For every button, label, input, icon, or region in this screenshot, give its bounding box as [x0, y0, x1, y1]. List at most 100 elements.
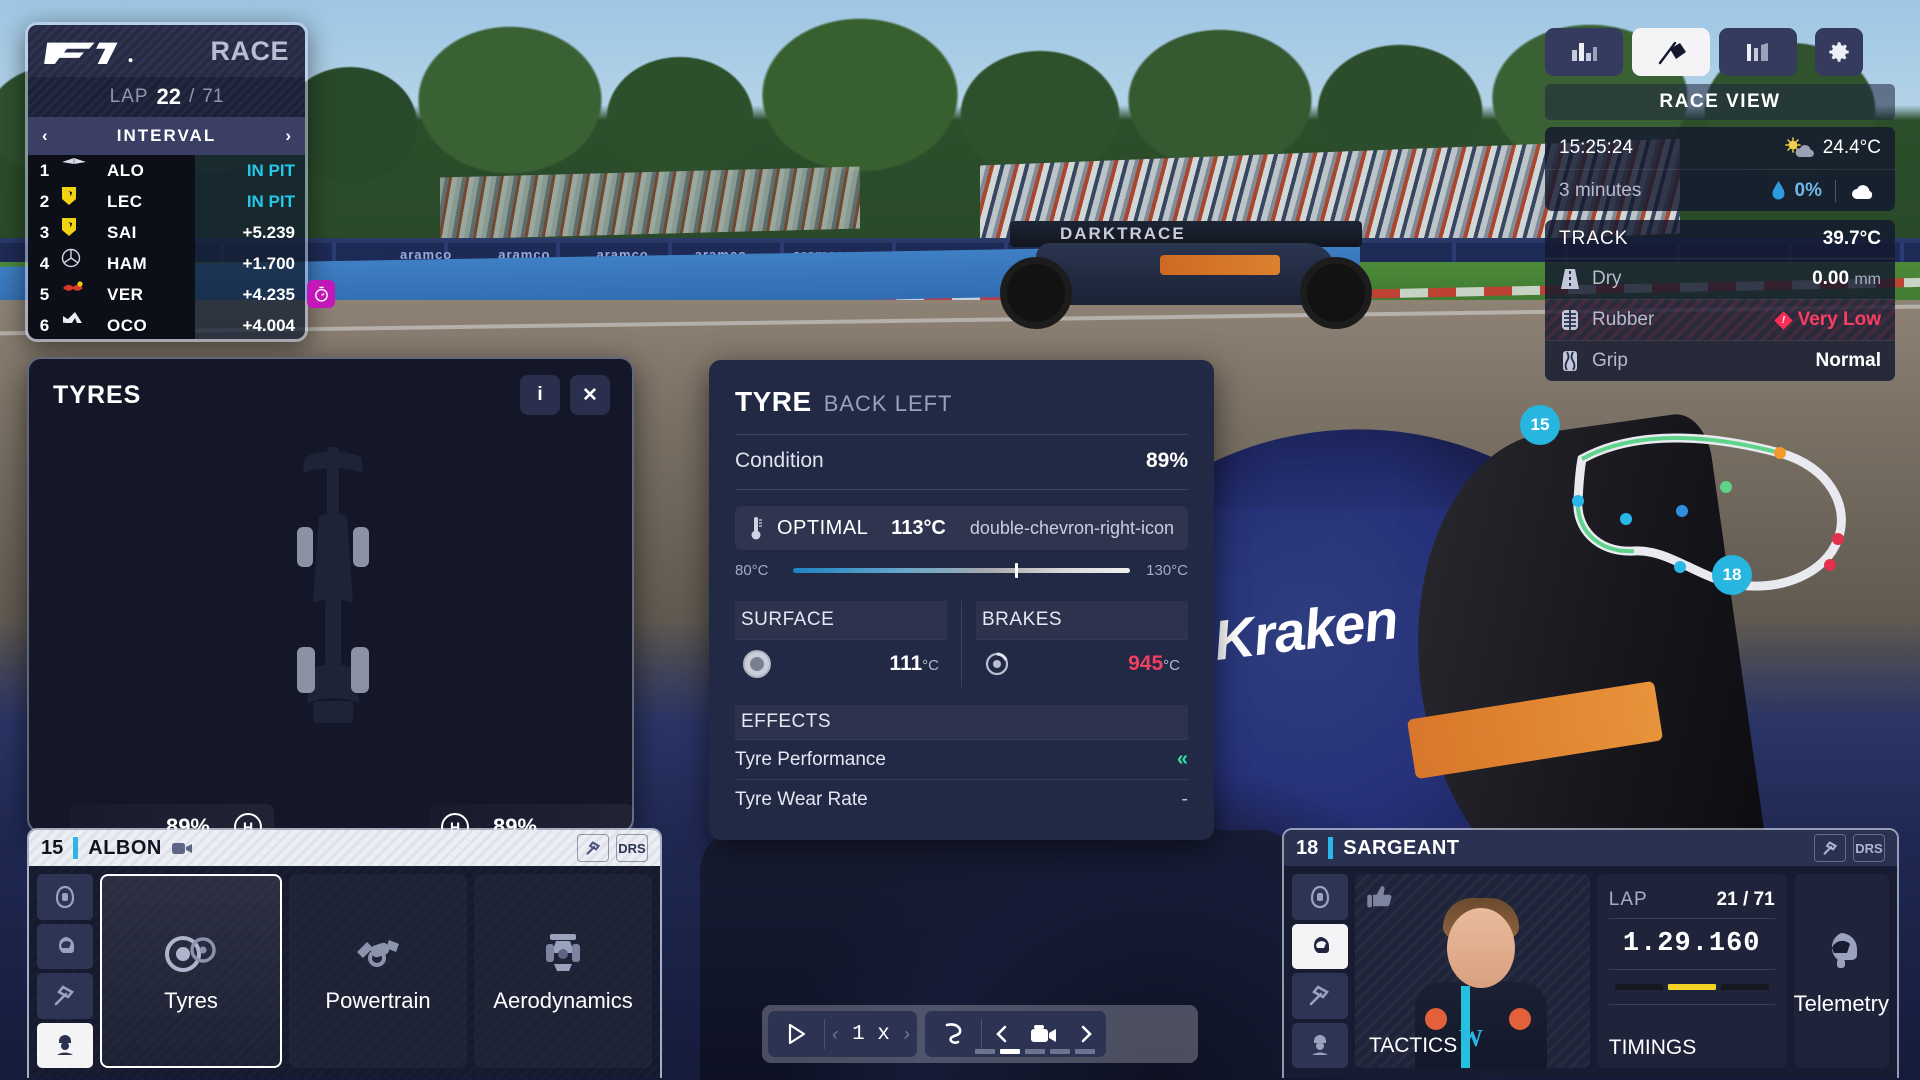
info-button[interactable]: i	[520, 375, 560, 415]
double-chevron-right-icon[interactable]: double-chevron-right-icon	[960, 518, 1174, 539]
f1-logo-icon	[44, 42, 133, 64]
camera-indicator-dots	[975, 1049, 1095, 1054]
sargeant-side-buttons	[1292, 874, 1348, 1068]
car-accent-stripe	[1160, 255, 1280, 275]
tactics-card[interactable]: W TACTICS	[1354, 874, 1590, 1068]
telemetry-card[interactable]: Telemetry	[1793, 874, 1889, 1068]
car-number: 18	[1296, 836, 1319, 859]
table-row[interactable]: 1 ALO IN PIT	[28, 155, 305, 186]
pit-hammer-icon[interactable]	[1814, 834, 1846, 862]
effect-name: Tyre Wear Rate	[735, 788, 868, 810]
session-clock: 15:25:24	[1559, 137, 1633, 158]
sidebar-item-strategy[interactable]	[1292, 973, 1348, 1019]
position: 5	[28, 279, 61, 310]
chevron-left-icon	[996, 1025, 1007, 1043]
camera-icon	[1031, 1025, 1056, 1042]
temp-gradient-bar	[793, 563, 1130, 578]
sidebar-item-car[interactable]	[1292, 874, 1348, 920]
effect-row: Tyre Wear Rate -	[735, 779, 1188, 819]
gear-icon	[1829, 42, 1849, 62]
road-icon	[1561, 269, 1579, 289]
divider	[735, 489, 1188, 490]
chevron-right-icon[interactable]: ›	[904, 1024, 910, 1045]
table-row[interactable]: 2 LEC IN PIT	[28, 186, 305, 217]
grandstand-secondary	[440, 166, 860, 240]
lap-time: 1.29.160	[1622, 929, 1761, 959]
surface-temp-value: 111°C	[889, 651, 939, 675]
albon-body: Tyres Powertrain Aerodynamics	[29, 866, 660, 1078]
tab-race-view[interactable]	[1632, 28, 1710, 76]
tyre-detail-subtitle: BACK LEFT	[823, 391, 953, 416]
tyre-condition-readout: Condition 89%	[735, 449, 1188, 473]
telemetry-label: Telemetry	[1793, 991, 1889, 1016]
driver-code: ALO	[101, 155, 195, 186]
engineer-icon	[1311, 1035, 1328, 1056]
table-row[interactable]: 3 SAI +5.239	[28, 217, 305, 248]
sector-1	[1614, 984, 1663, 990]
close-button[interactable]: ✕	[570, 375, 610, 415]
camera-icon[interactable]	[171, 840, 193, 856]
hammer-icon	[1309, 985, 1329, 1006]
tab-tyres[interactable]: Tyres	[100, 874, 282, 1068]
pit-stopwatch-icon[interactable]	[307, 280, 335, 308]
driver-code: OCO	[101, 310, 195, 339]
effects-section: EFFECTS Tyre Performance « Tyre Wear Rat…	[735, 705, 1188, 819]
track-map-icon	[945, 1023, 962, 1044]
pit-hammer-icon[interactable]	[577, 834, 609, 862]
raindrop-icon	[1772, 181, 1785, 200]
sargeant-body: W TACTICS LAP 21 / 71 1.29.160 TIMINGS T…	[1284, 866, 1897, 1078]
tyre-detail-panel: TYRE BACK LEFT Condition 89% OPTIMAL 113…	[709, 360, 1214, 840]
tab-powertrain-label: Powertrain	[325, 988, 431, 1013]
lap-separator: /	[188, 86, 195, 107]
tyre-status-row[interactable]: OPTIMAL 113°C double-chevron-right-icon	[735, 506, 1188, 550]
leaderboard-mode-label: INTERVAL	[116, 126, 217, 145]
chevron-left-icon[interactable]: ‹	[832, 1024, 838, 1045]
sidebar-item-driver[interactable]	[1292, 923, 1348, 969]
thumbs-up-icon	[1367, 886, 1392, 908]
track-minimap[interactable]: 15 18	[1520, 405, 1890, 635]
leaderboard-title: RACE	[210, 35, 289, 66]
brake-disc-icon	[985, 652, 1009, 675]
sidebar-item-engineer[interactable]	[37, 1022, 93, 1068]
divider	[961, 601, 962, 687]
sidebar-item-car[interactable]	[37, 874, 93, 920]
camera-dot	[1050, 1049, 1070, 1054]
hammer-glyph	[586, 840, 600, 855]
camera-dot	[975, 1049, 995, 1054]
tyres-panel-title: TYRES	[53, 381, 142, 409]
camera-dot	[1025, 1049, 1045, 1054]
track-map-button[interactable]	[925, 1011, 981, 1057]
sun-cloud-icon	[1784, 137, 1814, 158]
play-icon	[788, 1023, 806, 1045]
table-row[interactable]: 6 OCO +4.004	[28, 310, 305, 339]
sidebar-item-driver[interactable]	[37, 923, 93, 969]
tab-aerodynamics-label: Aerodynamics	[493, 988, 633, 1013]
sector-2	[1667, 984, 1716, 990]
car-tyre-left	[1000, 257, 1072, 329]
sidebar-item-engineer[interactable]	[1292, 1022, 1348, 1068]
track-row-grip: Grip Normal	[1545, 340, 1895, 381]
timings-card[interactable]: LAP 21 / 71 1.29.160 TIMINGS	[1596, 874, 1787, 1068]
leaderboard-mode-selector[interactable]: ‹ INTERVAL ›	[28, 117, 305, 155]
sargeant-header: 18 SARGEANT DRS	[1284, 830, 1897, 866]
tab-aerodynamics[interactable]: Aerodynamics	[474, 874, 652, 1068]
settings-button[interactable]	[1815, 28, 1863, 76]
gap-value: IN PIT	[195, 186, 305, 217]
table-row[interactable]: 5 VER +4.235	[28, 279, 305, 310]
chevron-right-icon[interactable]: ›	[285, 126, 291, 146]
sidebar-item-strategy[interactable]	[37, 973, 93, 1019]
tab-powertrain[interactable]: Powertrain	[289, 874, 467, 1068]
table-row[interactable]: 4 HAM +1.700	[28, 248, 305, 279]
tab-standings[interactable]	[1545, 28, 1623, 76]
camera-group	[925, 1011, 1106, 1057]
effect-row: Tyre Performance «	[735, 739, 1188, 779]
play-button[interactable]	[768, 1011, 824, 1057]
minimap-marker-albon[interactable]: 15	[1520, 405, 1560, 445]
lap-label: LAP	[1608, 889, 1648, 910]
tab-timings[interactable]	[1719, 28, 1797, 76]
bar-chart-icon	[1572, 43, 1597, 61]
car-number: 15	[41, 836, 64, 859]
minimap-marker-sargeant[interactable]: 18	[1712, 555, 1752, 595]
lap-current: 22	[156, 84, 181, 109]
speed-stepper[interactable]: ‹ 1 x ›	[825, 1023, 917, 1046]
